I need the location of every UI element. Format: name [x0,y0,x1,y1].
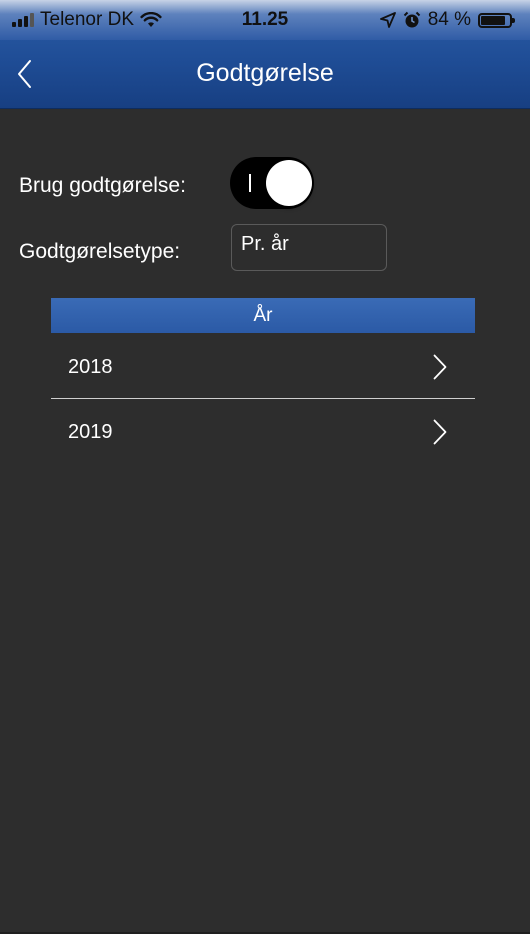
toggle-knob [266,160,312,206]
battery-fill [481,15,505,25]
reimbursement-type-field[interactable]: Pr. år [231,224,387,271]
reimbursement-type-label: Godtgørelsetype: [19,240,181,263]
chevron-right-icon [433,419,447,445]
alarm-clock-icon [403,11,420,28]
list-item-label: 2019 [68,421,113,443]
use-reimbursement-label: Brug godtgørelse: [19,174,186,197]
list-item-2019[interactable]: 2019 [51,400,475,464]
status-right: 84 % [379,9,515,31]
battery-icon [478,12,515,28]
page-title: Godtgørelse [196,59,334,87]
list-item-2018[interactable]: 2018 [51,335,475,399]
list-divider [51,398,475,399]
toggle-on-mark [249,174,251,192]
use-reimbursement-toggle[interactable] [230,157,314,209]
status-bar: Telenor DK 11.25 84 % [0,0,530,40]
location-arrow-icon [379,12,396,28]
navigation-bar: Telenor DK 11.25 84 % Godtgørelse [0,0,530,109]
chevron-right-icon [433,354,447,380]
list-item-label: 2018 [68,356,113,378]
battery-percent: 84 % [427,9,471,30]
year-list-header: År [51,298,475,333]
